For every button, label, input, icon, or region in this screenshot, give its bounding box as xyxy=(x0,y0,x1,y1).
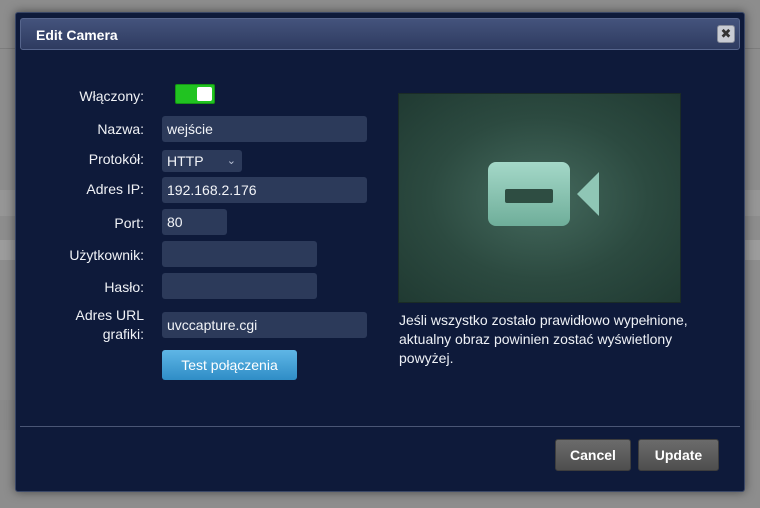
protocol-value: HTTP xyxy=(167,153,204,169)
protocol-select[interactable]: HTTP ⌄ xyxy=(162,150,242,172)
edit-camera-dialog: Edit Camera ✖ Włączony: Nazwa: wejście P… xyxy=(15,12,745,492)
dialog-title: Edit Camera xyxy=(36,27,118,43)
password-input[interactable] xyxy=(162,273,317,299)
ip-input[interactable]: 192.168.2.176 xyxy=(162,177,367,203)
camera-slot xyxy=(505,189,553,203)
enabled-label: Włączony: xyxy=(79,88,144,104)
cancel-button[interactable]: Cancel xyxy=(555,439,631,471)
user-input[interactable] xyxy=(162,241,317,267)
password-label: Hasło: xyxy=(104,279,144,295)
toggle-knob xyxy=(197,87,212,101)
close-icon[interactable]: ✖ xyxy=(717,25,735,43)
update-button[interactable]: Update xyxy=(638,439,719,471)
port-input[interactable]: 80 xyxy=(162,209,227,235)
enabled-toggle[interactable] xyxy=(175,84,215,104)
camera-preview xyxy=(398,93,681,303)
url-input[interactable]: uvccapture.cgi xyxy=(162,312,367,338)
ip-label: Adres IP: xyxy=(86,181,144,197)
url-label: Adres URL grafiki: xyxy=(75,307,144,342)
preview-help-text: Jeśli wszystko zostało prawidłowo wypełn… xyxy=(399,312,688,366)
test-connection-button[interactable]: Test połączenia xyxy=(162,350,297,380)
name-label: Nazwa: xyxy=(97,121,144,137)
chevron-down-icon: ⌄ xyxy=(226,155,236,167)
name-input[interactable]: wejście xyxy=(162,116,367,142)
video-camera-icon xyxy=(488,162,570,226)
camera-lens xyxy=(577,172,599,216)
user-label: Użytkownik: xyxy=(69,247,144,263)
protocol-label: Protokół: xyxy=(88,151,144,167)
port-label: Port: xyxy=(114,215,144,231)
footer-divider xyxy=(20,426,740,427)
dialog-titlebar: Edit Camera ✖ xyxy=(20,18,740,50)
